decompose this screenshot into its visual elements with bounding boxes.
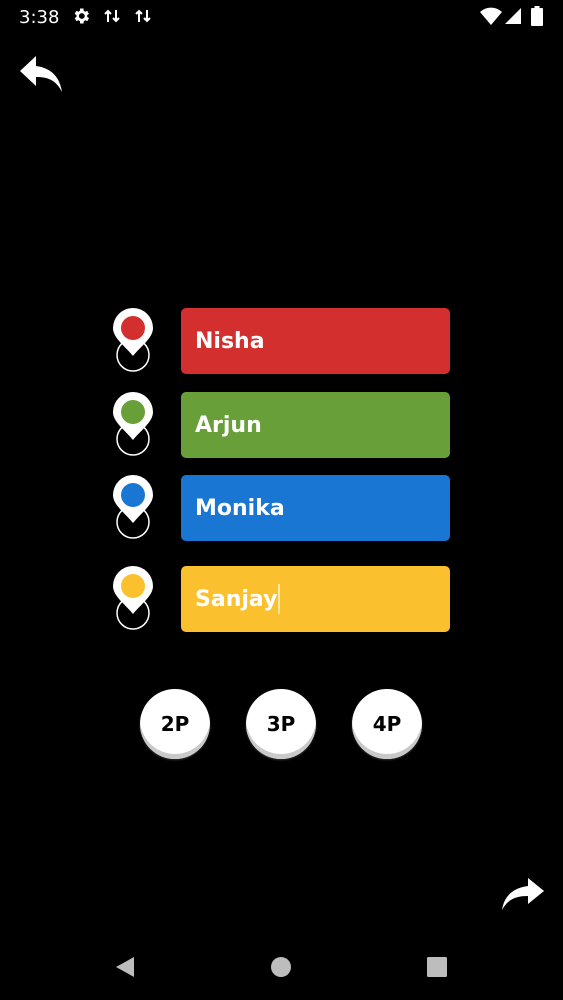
nav-home-button[interactable] bbox=[270, 955, 292, 984]
status-bar: 3:38 bbox=[0, 0, 563, 34]
player-row-3: Monika bbox=[0, 475, 563, 545]
wifi-icon bbox=[480, 6, 502, 31]
player-token-1[interactable] bbox=[112, 308, 156, 378]
battery-icon bbox=[531, 6, 543, 31]
player-name: Sanjay bbox=[195, 586, 278, 612]
player-name: Arjun bbox=[195, 412, 262, 438]
navigation-bar bbox=[0, 935, 563, 1000]
four-player-button[interactable]: 4P bbox=[352, 689, 422, 759]
player-row-4: Sanjay bbox=[0, 566, 563, 636]
player-name-input-3[interactable]: Monika bbox=[181, 475, 450, 541]
nav-back-button[interactable] bbox=[114, 955, 136, 984]
player-row-2: Arjun bbox=[0, 392, 563, 462]
gear-icon bbox=[71, 6, 91, 31]
back-triangle-icon bbox=[116, 957, 134, 977]
player-name: Nisha bbox=[195, 328, 265, 354]
forward-arrow-icon bbox=[502, 878, 544, 910]
back-button[interactable] bbox=[18, 54, 64, 94]
data-transfer-icon bbox=[135, 6, 151, 31]
two-player-button[interactable]: 2P bbox=[140, 689, 210, 759]
recents-square-icon bbox=[427, 957, 447, 977]
status-time: 3:38 bbox=[19, 7, 60, 28]
pin-color-dot bbox=[121, 574, 145, 598]
nav-recents-button[interactable] bbox=[426, 955, 448, 984]
data-transfer-icon bbox=[104, 6, 120, 31]
player-token-2[interactable] bbox=[112, 392, 156, 462]
reply-arrow-icon bbox=[20, 56, 62, 92]
pin-color-dot bbox=[121, 316, 145, 340]
next-button[interactable] bbox=[500, 876, 546, 912]
cell-signal-icon bbox=[505, 6, 523, 31]
text-cursor bbox=[278, 584, 281, 614]
three-player-button[interactable]: 3P bbox=[246, 689, 316, 759]
player-row-1: Nisha bbox=[0, 308, 563, 378]
player-name-input-2[interactable]: Arjun bbox=[181, 392, 450, 458]
pin-color-dot bbox=[121, 400, 145, 424]
player-name-input-4[interactable]: Sanjay bbox=[181, 566, 450, 632]
player-name: Monika bbox=[195, 495, 285, 521]
pin-color-dot bbox=[121, 483, 145, 507]
home-circle-icon bbox=[271, 957, 291, 977]
player-token-3[interactable] bbox=[112, 475, 156, 545]
player-name-input-1[interactable]: Nisha bbox=[181, 308, 450, 374]
player-token-4[interactable] bbox=[112, 566, 156, 636]
